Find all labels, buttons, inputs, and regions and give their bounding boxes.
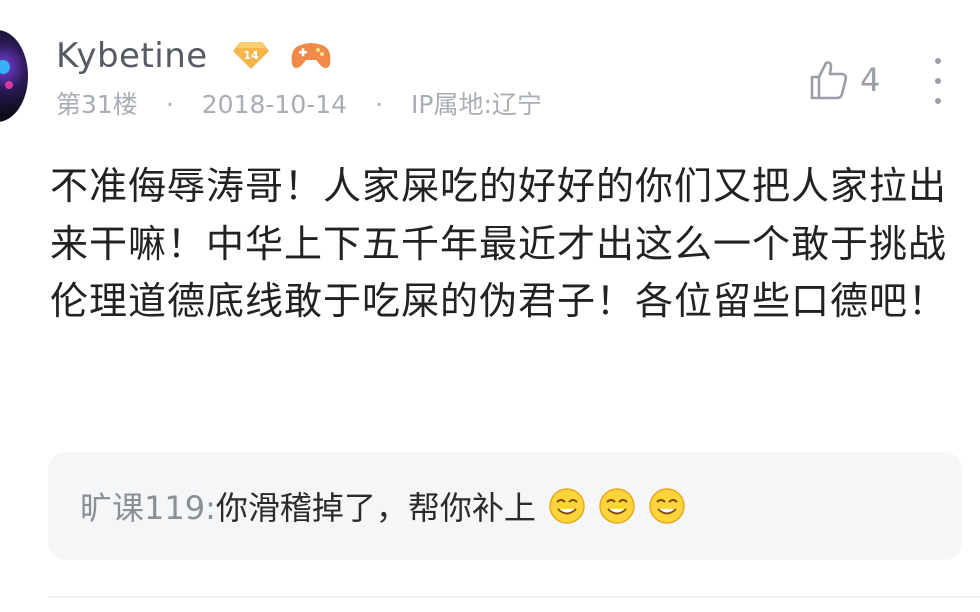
reply-preview[interactable]: 旷课119: 你滑稽掉了，帮你补上 — [48, 452, 962, 560]
meta-separator: · — [165, 90, 174, 119]
comment-meta: 第31楼 · 2018-10-14 · IP属地:辽宁 — [56, 86, 542, 124]
level-diamond-icon: 14 — [233, 42, 269, 69]
username[interactable]: Kybetine — [56, 34, 208, 78]
funny-face-emoji — [599, 488, 635, 524]
ip-location: IP属地:辽宁 — [411, 90, 542, 119]
more-vertical-icon — [935, 58, 941, 64]
divider — [48, 596, 980, 598]
comment-date: 2018-10-14 — [201, 90, 348, 119]
reply-text: 你滑稽掉了，帮你补上 — [215, 489, 536, 527]
like-count: 4 — [860, 61, 881, 99]
thumbs-up-icon — [810, 61, 848, 100]
avatar[interactable] — [0, 30, 28, 122]
like-button[interactable]: 4 — [806, 58, 880, 102]
funny-face-emoji — [649, 488, 685, 524]
more-options-button[interactable] — [930, 58, 946, 104]
reply-author[interactable]: 旷课119: — [80, 483, 216, 529]
more-vertical-icon — [935, 78, 941, 84]
floor-number: 第31楼 — [56, 90, 138, 119]
comment-body: 不准侮辱涛哥！人家屎吃的好好的你们又把人家拉出来干嘛！中华上下五千年最近才出这么… — [50, 164, 948, 323]
funny-face-emoji — [549, 488, 585, 524]
gamepad-icon — [291, 43, 331, 69]
more-vertical-icon — [935, 98, 941, 104]
level-number: 14 — [243, 49, 259, 62]
meta-separator: · — [375, 90, 384, 119]
